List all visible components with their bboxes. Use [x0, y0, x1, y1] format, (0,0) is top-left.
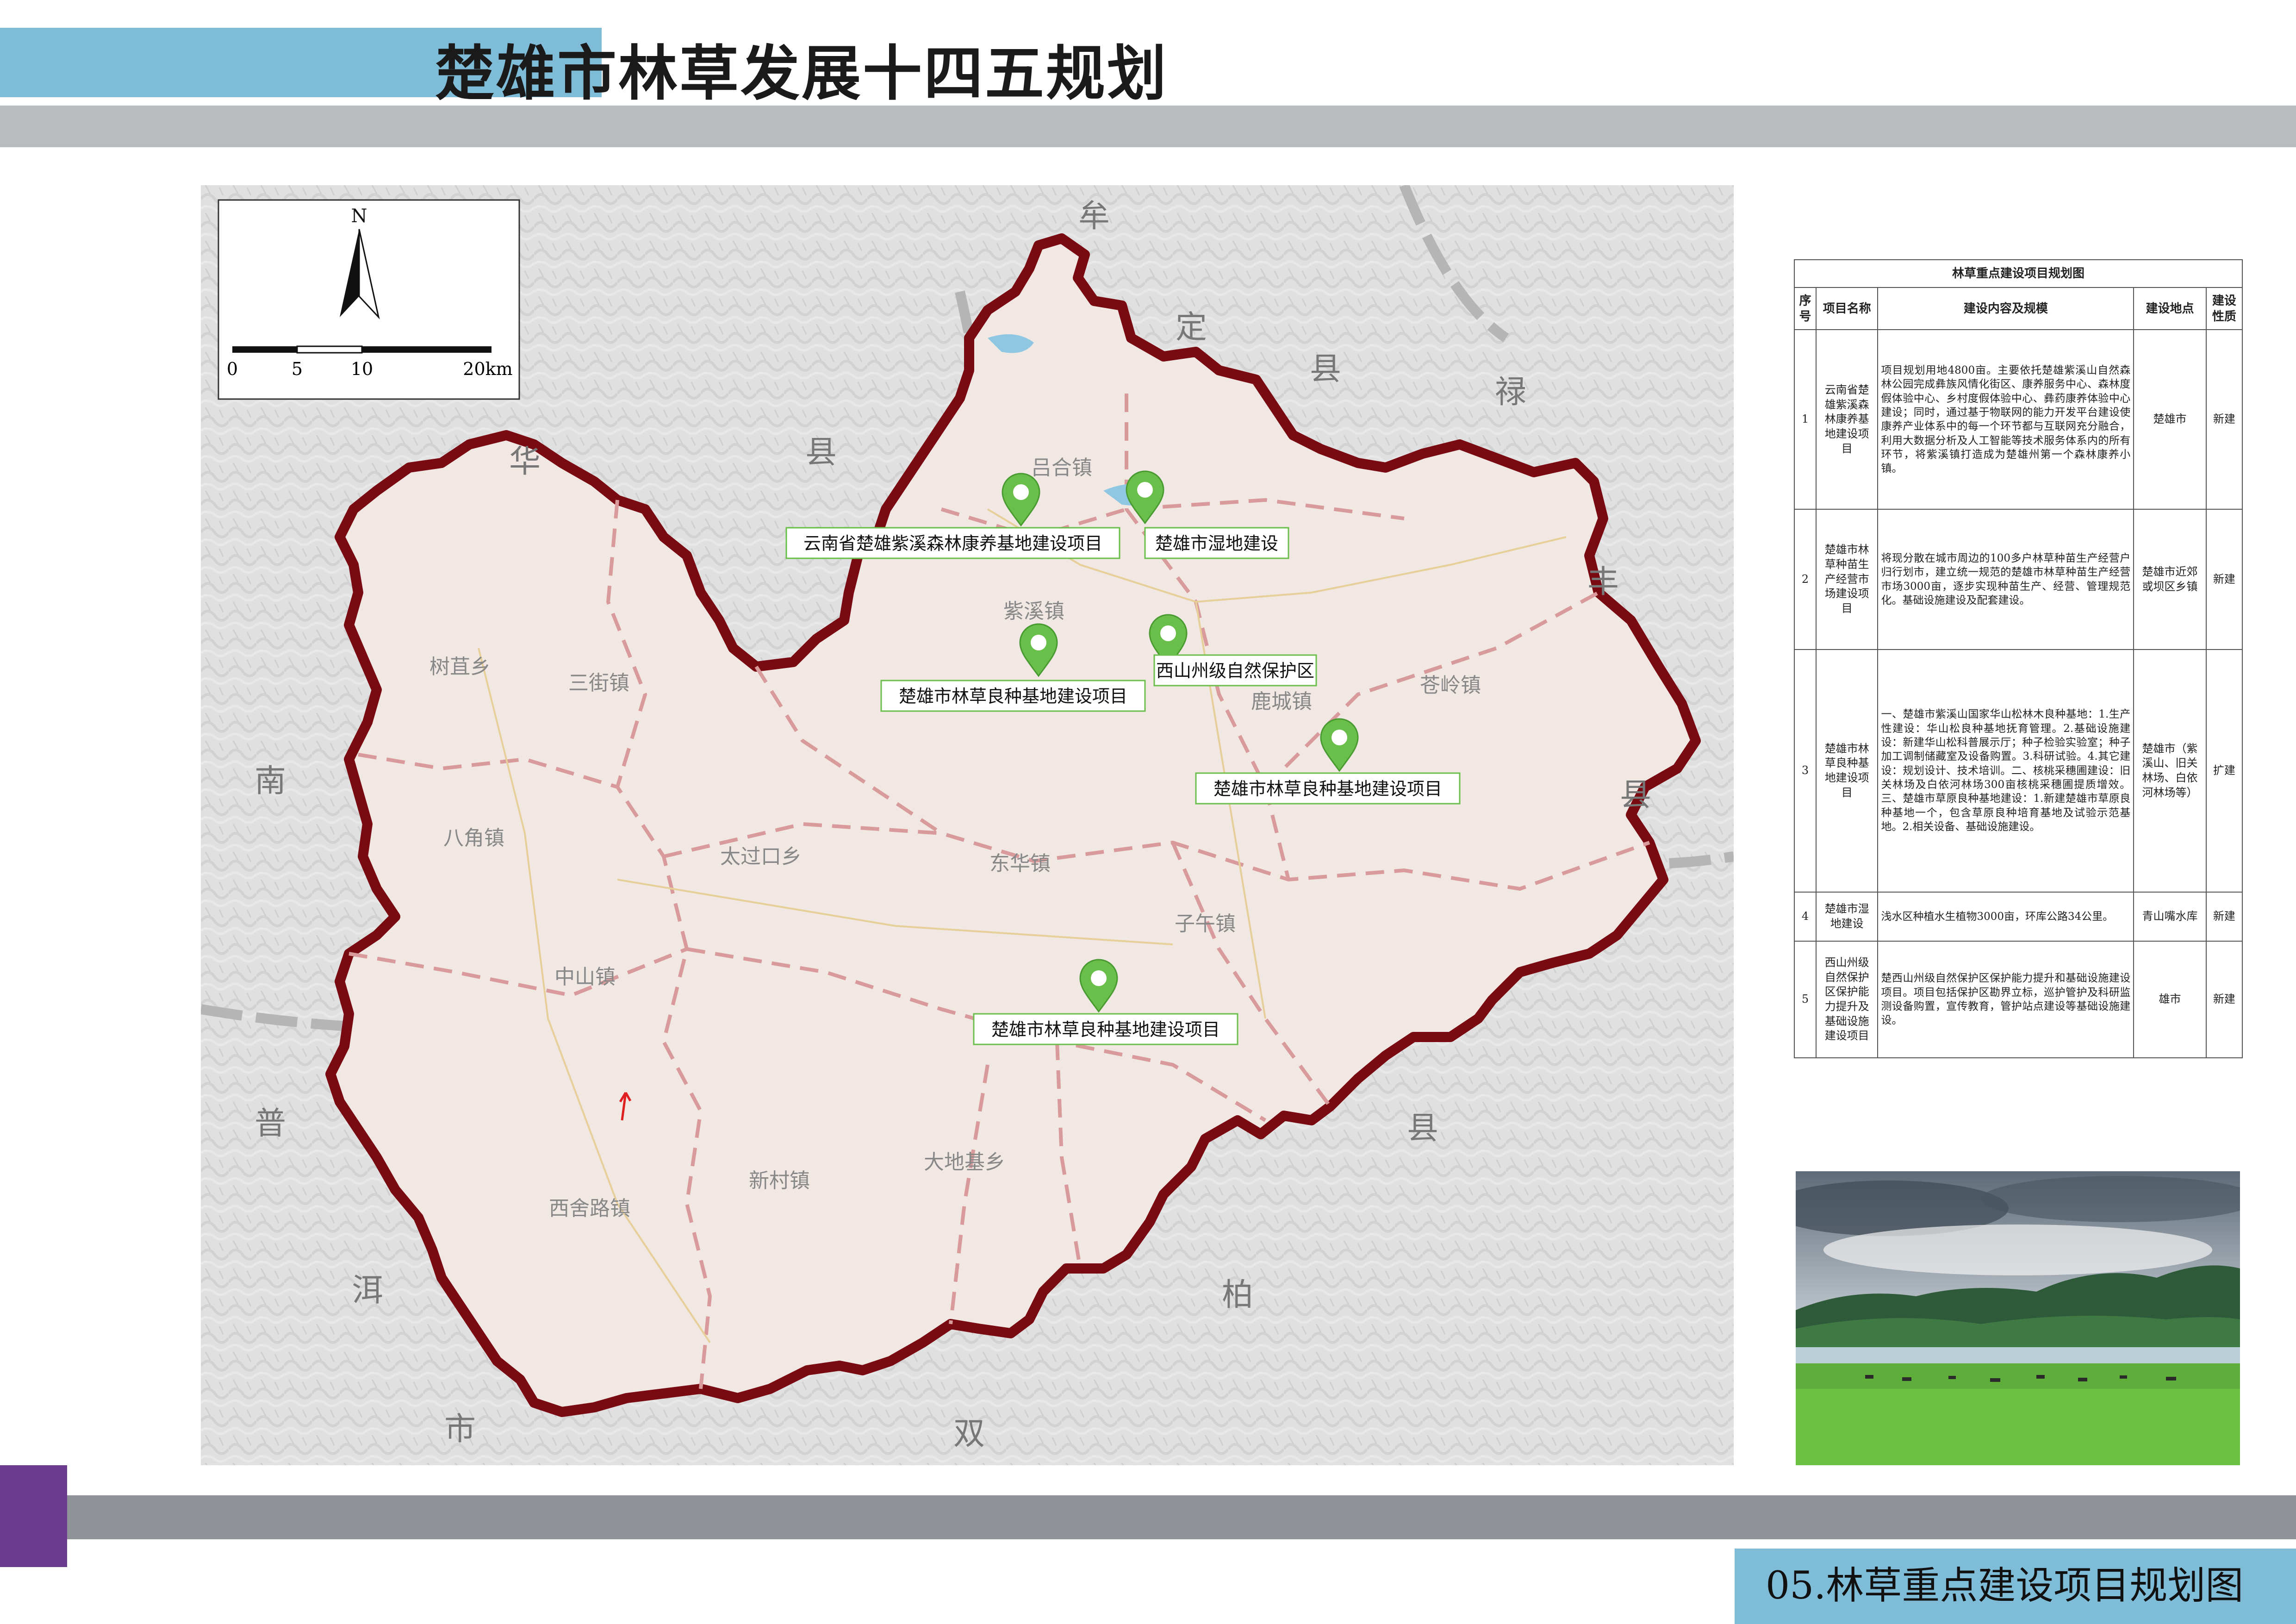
svg-text:禄: 禄 [1495, 374, 1526, 411]
svg-text:华: 华 [509, 443, 541, 480]
page-title: 楚雄市林草发展十四五规划 [435, 39, 1169, 108]
svg-text:楚雄市林草良种基地建设项目: 楚雄市林草良种基地建设项目 [1213, 779, 1442, 799]
bottom-divider-bar [0, 1495, 2296, 1539]
svg-text:5: 5 [292, 359, 303, 379]
svg-text:市: 市 [444, 1411, 476, 1448]
column-header: 项目名称 [1815, 287, 1879, 331]
town-label: 新村镇 [749, 1169, 810, 1193]
north-label: N [351, 206, 367, 227]
svg-text:丰: 丰 [1587, 564, 1619, 600]
map-panel[interactable]: N 0 5 10 20km 牟 定 县 禄 丰 县 华 县 南 普 洱 市 双 … [201, 185, 1734, 1465]
svg-text:县: 县 [805, 434, 837, 471]
landscape-photo [1796, 1171, 2240, 1465]
column-header: 建设地点 [2133, 287, 2207, 331]
svg-text:南: 南 [255, 763, 286, 800]
town-label: 紫溪镇 [1003, 600, 1064, 623]
town-label: 西舍路镇 [549, 1197, 630, 1220]
table-row: 2 楚雄市林草种苗生产经营市场建设项目 将现分散在城市周边的100多户林草种苗生… [1794, 509, 2243, 650]
svg-text:县: 县 [1407, 1110, 1438, 1147]
table-header-row: 序号 项目名称 建设内容及规模 建设地点 建设性质 [1794, 287, 2243, 331]
town-label: 鹿城镇 [1251, 690, 1312, 713]
town-label: 东华镇 [989, 852, 1051, 875]
svg-text:双: 双 [953, 1416, 985, 1452]
column-header: 建设内容及规模 [1877, 287, 2134, 331]
svg-text:西山州级自然保护区: 西山州级自然保护区 [1156, 661, 1314, 681]
table-row: 1 云南省楚雄紫溪森林康养基地建设项目 项目规划用地4800亩。主要依托楚雄紫溪… [1794, 329, 2243, 510]
town-label: 太过口乡 [720, 845, 802, 868]
footer-title: 05.林草重点建设项目规划图 [1766, 1564, 2244, 1608]
svg-text:普: 普 [255, 1106, 286, 1142]
svg-text:20km: 20km [463, 359, 512, 379]
town-label: 子午镇 [1175, 912, 1236, 936]
svg-text:县: 县 [1620, 777, 1651, 813]
town-label: 吕合镇 [1031, 456, 1092, 480]
accent-block [0, 1465, 67, 1567]
town-label: 中山镇 [554, 965, 616, 989]
town-label: 大地基乡 [924, 1150, 1005, 1174]
table-row: 3 楚雄市林草良种基地建设项目 一、楚雄市紫溪山国家华山松林木良种基地：1.生产… [1794, 649, 2243, 893]
top-divider-bar [0, 106, 2296, 147]
svg-text:牟: 牟 [1078, 198, 1110, 235]
svg-text:云南省楚雄紫溪森林康养基地建设项目: 云南省楚雄紫溪森林康养基地建设项目 [803, 533, 1102, 554]
svg-text:10: 10 [351, 359, 373, 379]
svg-text:楚雄市湿地建设: 楚雄市湿地建设 [1155, 533, 1278, 554]
town-label: 三街镇 [568, 671, 629, 695]
svg-text:定: 定 [1176, 309, 1207, 346]
project-table-panel: 林草重点建设项目规划图 序号 项目名称 建设内容及规模 建设地点 建设性质 1 … [1794, 259, 2243, 1059]
column-header: 序号 [1794, 287, 1817, 331]
town-label: 苍岭镇 [1420, 674, 1481, 697]
table-row: 5 西山州级自然保护区保护能力提升及基础设施建设项目 楚西山州级自然保护区保护能… [1794, 940, 2243, 1059]
north-arrow-scale-box: N 0 5 10 20km [218, 199, 520, 400]
svg-text:柏: 柏 [1222, 1277, 1253, 1313]
town-label: 树苴乡 [429, 655, 491, 679]
svg-text:楚雄市林草良种基地建设项目: 楚雄市林草良种基地建设项目 [991, 1019, 1220, 1040]
column-header: 建设性质 [2205, 287, 2243, 331]
svg-text:县: 县 [1310, 351, 1341, 387]
svg-text:洱: 洱 [352, 1272, 383, 1309]
table-title: 林草重点建设项目规划图 [1794, 259, 2243, 288]
svg-text:0: 0 [227, 359, 238, 379]
town-label: 八角镇 [443, 826, 504, 850]
table-row: 4 楚雄市湿地建设 浅水区种植水生植物3000亩，环库公路34公里。 青山嘴水库… [1794, 892, 2243, 942]
svg-text:楚雄市林草良种基地建设项目: 楚雄市林草良种基地建设项目 [899, 686, 1127, 706]
project-table: 林草重点建设项目规划图 序号 项目名称 建设内容及规模 建设地点 建设性质 1 … [1794, 259, 2243, 1059]
